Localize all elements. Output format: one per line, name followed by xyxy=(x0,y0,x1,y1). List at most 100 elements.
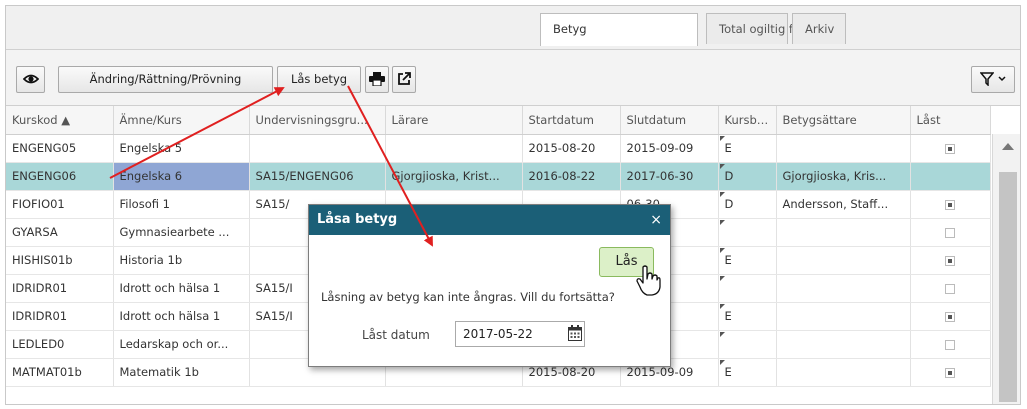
printer-icon xyxy=(369,72,385,87)
cell-grupp: SA15/ENGENG06 xyxy=(249,162,386,191)
cell-larare xyxy=(385,134,523,163)
vertical-scrollbar[interactable] xyxy=(992,134,1020,404)
corner-marker xyxy=(719,247,725,253)
tab-total-ogiltig-franvaro[interactable]: Total ogiltig frånvar xyxy=(706,13,831,44)
filter-button[interactable] xyxy=(971,66,1015,93)
cell-text: IDRIDR01 xyxy=(12,281,68,295)
lock-grades-dialog: Låsa betyg × Lås Låsning av betyg kan in… xyxy=(308,204,671,367)
table-row[interactable]: ENGENG06 Engelska 6 SA15/ENGENG06 Gjorgjios… xyxy=(6,162,991,191)
cell-text: 2015-08-20 xyxy=(528,365,596,379)
cell-text: E xyxy=(724,253,732,267)
tab-betyg[interactable]: Betyg xyxy=(540,13,698,46)
locked-checkbox[interactable] xyxy=(945,367,955,378)
corner-marker xyxy=(719,331,725,337)
cell-text: HISHIS01b xyxy=(12,253,73,267)
locked-checkbox[interactable] xyxy=(945,339,955,350)
corner-marker xyxy=(719,359,725,365)
cell-text: Ledarskap och or... xyxy=(119,337,229,351)
change-correction-button[interactable]: Ändring/Rättning/Prövning xyxy=(58,66,273,93)
cell-text: E xyxy=(724,309,732,323)
col-betygsattare[interactable]: Betygsättare xyxy=(776,106,911,135)
locked-checkbox[interactable] xyxy=(945,143,955,154)
cell-larare: Gjorgjioska, Krist... xyxy=(385,162,523,191)
calendar-icon[interactable] xyxy=(568,325,582,341)
cell-text: Idrott och hälsa 1 xyxy=(119,281,221,295)
cell-text: 2015-09-09 xyxy=(626,141,694,155)
external-link-icon xyxy=(398,72,411,85)
cell-betyg xyxy=(718,274,777,303)
cell-last xyxy=(910,358,991,387)
col-last[interactable]: Låst xyxy=(910,106,991,135)
scrollbar-thumb[interactable] xyxy=(999,172,1017,402)
cell-kurskod: HISHIS01b xyxy=(6,246,114,275)
col-slutdatum[interactable]: Slutdatum xyxy=(620,106,719,135)
cell-betyg: E xyxy=(718,302,777,331)
cell-text: SA15/I xyxy=(255,309,293,323)
scroll-up-icon[interactable] xyxy=(1002,143,1014,150)
cell-text: 2015-09-09 xyxy=(626,365,694,379)
cell-text: Gjorgjioska, Kris... xyxy=(782,169,887,183)
locked-checkbox[interactable] xyxy=(945,227,955,238)
locked-checkbox[interactable] xyxy=(945,199,955,210)
cell-kurskod: LEDLED0 xyxy=(6,330,114,359)
cell-text: Historia 1b xyxy=(119,253,183,267)
col-undervisningsgrupp[interactable]: Undervisningsgru... xyxy=(249,106,386,135)
cell-sattare xyxy=(776,274,911,303)
cell-kurskod: IDRIDR01 xyxy=(6,302,114,331)
col-startdatum[interactable]: Startdatum xyxy=(522,106,621,135)
export-button[interactable] xyxy=(392,66,416,93)
col-larare[interactable]: Lärare xyxy=(385,106,523,135)
tab-arkiv[interactable]: Arkiv xyxy=(792,13,846,44)
cell-text: ENGENG06 xyxy=(12,169,77,183)
cell-text: SA15/I xyxy=(255,281,293,295)
locked-checkbox[interactable] xyxy=(945,255,955,266)
cell-text: D xyxy=(724,197,734,211)
cell-text: Engelska 5 xyxy=(119,141,183,155)
locked-checkbox[interactable] xyxy=(945,283,955,294)
cell-betyg xyxy=(718,218,777,247)
cell-text: Filosofi 1 xyxy=(119,197,170,211)
cell-kurskod: MATMAT01b xyxy=(6,358,114,387)
cell-last xyxy=(910,246,991,275)
cell-kurskod: ENGENG05 xyxy=(6,134,114,163)
cell-kurskod: ENGENG06 xyxy=(6,162,114,191)
cell-text: Gymnasiearbete ... xyxy=(119,225,230,239)
cell-amne: Engelska 5 xyxy=(113,134,250,163)
cell-amne: Idrott och hälsa 1 xyxy=(113,274,250,303)
cell-sattare: Gjorgjioska, Kris... xyxy=(776,162,911,191)
cell-sattare: Andersson, Staff... xyxy=(776,190,911,219)
cell-slut: 2017-06-30 xyxy=(620,162,719,191)
corner-marker xyxy=(719,219,725,225)
cell-amne: Historia 1b xyxy=(113,246,250,275)
col-kurskod[interactable]: Kurskod ▲ xyxy=(6,106,114,135)
cell-amne: Filosofi 1 xyxy=(113,190,250,219)
table-header-row: Kurskod ▲ Ämne/Kurs Undervisningsgru... … xyxy=(6,106,991,135)
table-row[interactable]: ENGENG05 Engelska 5 2015-08-20 2015-09-09 E xyxy=(6,134,991,163)
close-icon[interactable]: × xyxy=(650,205,662,235)
locked-checkbox[interactable] xyxy=(945,311,955,322)
cell-kurskod: FIOFIO01 xyxy=(6,190,114,219)
cell-text: Andersson, Staff... xyxy=(782,197,889,211)
dialog-title: Låsa betyg xyxy=(309,205,670,235)
cell-last xyxy=(910,190,991,219)
chevron-down-icon xyxy=(998,76,1006,82)
cell-sattare xyxy=(776,218,911,247)
cell-last xyxy=(910,330,991,359)
cell-amne: Gymnasiearbete ... xyxy=(113,218,250,247)
cell-kurskod: IDRIDR01 xyxy=(6,274,114,303)
cell-text: IDRIDR01 xyxy=(12,309,68,323)
cell-start: 2016-08-22 xyxy=(522,162,621,191)
col-kursbetyg[interactable]: Kursbe... xyxy=(718,106,777,135)
lock-grades-button[interactable]: Lås betyg xyxy=(277,66,361,93)
cell-text: GYARSA xyxy=(12,225,58,239)
corner-marker xyxy=(719,191,725,197)
col-amne[interactable]: Ämne/Kurs xyxy=(113,106,250,135)
cell-last xyxy=(910,134,991,163)
cell-betyg xyxy=(718,330,777,359)
print-button[interactable] xyxy=(365,66,389,93)
view-button[interactable] xyxy=(16,66,45,93)
cell-text: Engelska 6 xyxy=(119,169,183,183)
cell-grupp xyxy=(249,134,386,163)
locked-date-input[interactable]: 2017-05-22 xyxy=(455,321,585,347)
hand-cursor-icon xyxy=(636,265,661,296)
